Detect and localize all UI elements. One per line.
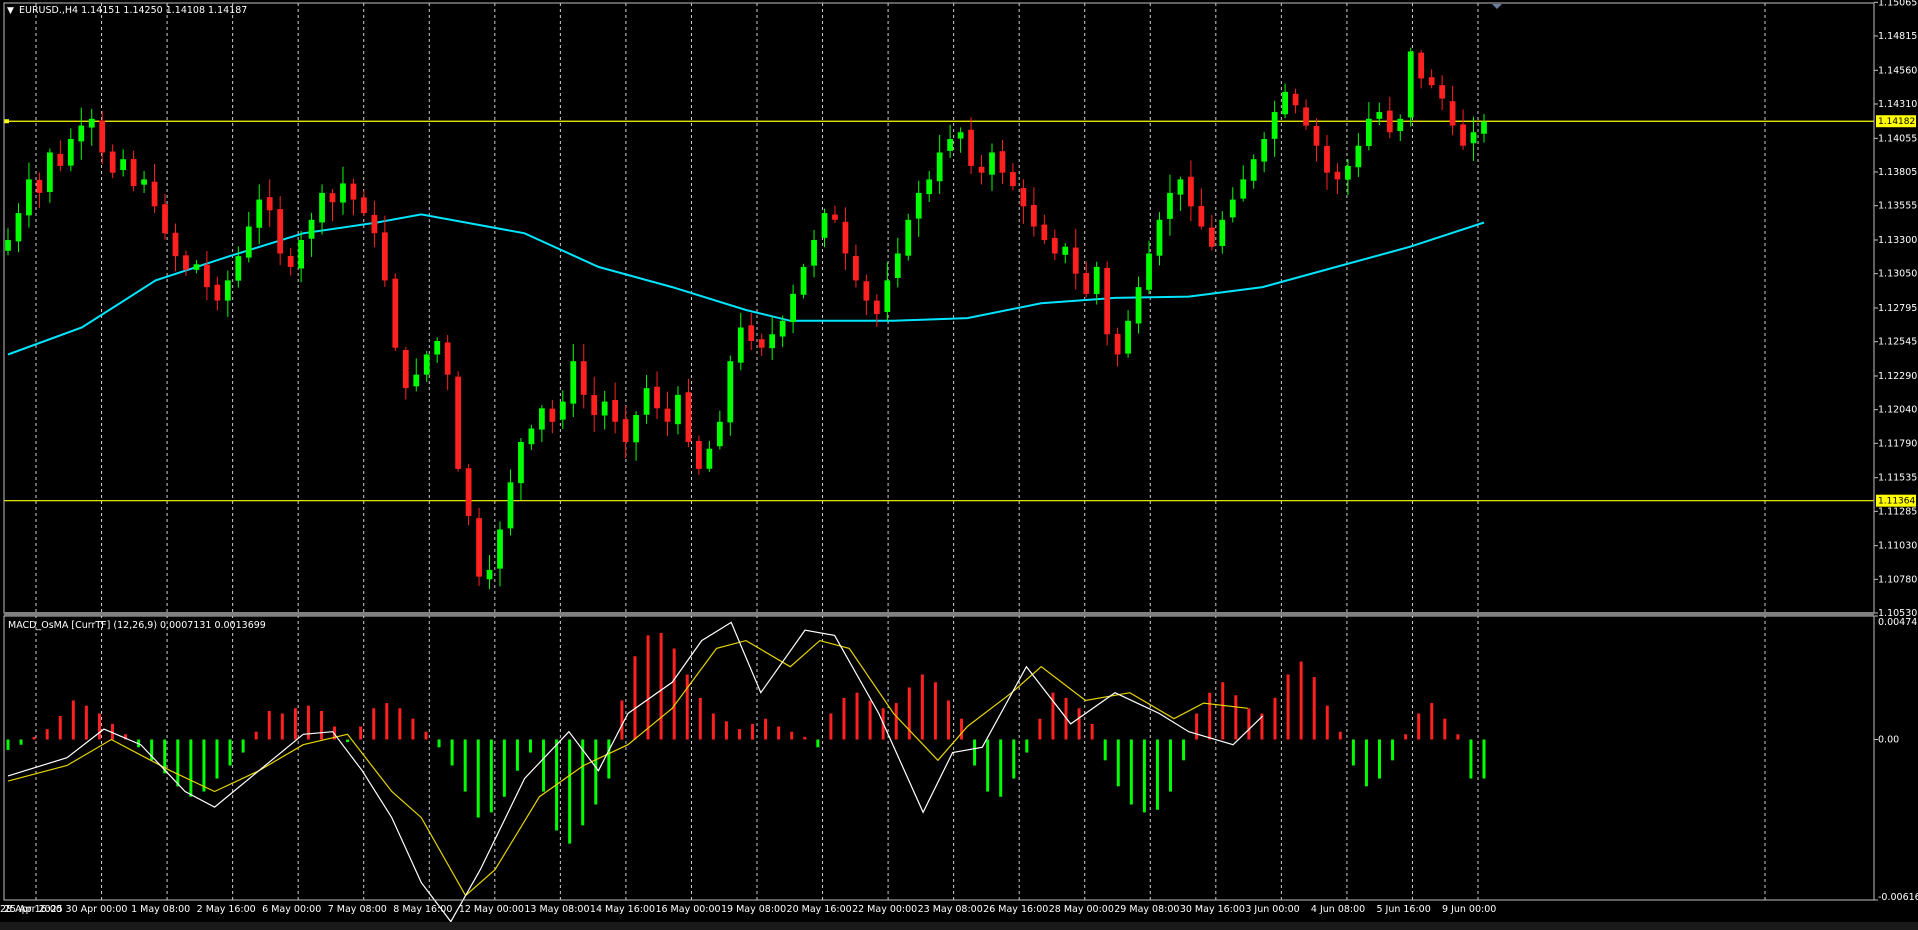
time-tick-label: 23 May 08:00	[918, 904, 983, 915]
macd-tick-label: -0.006169	[1878, 892, 1918, 903]
candle[interactable]	[392, 273, 399, 352]
time-tick-label: 4 Jun 08:00	[1311, 904, 1365, 915]
time-tick-label: 30 May 16:00	[1180, 904, 1245, 915]
price-tick-label: 1.11535	[1878, 473, 1917, 484]
price-tick-label: 1.12795	[1878, 303, 1917, 314]
symbol-dropdown-icon[interactable]: ▼	[7, 6, 14, 16]
line-anchor-handle[interactable]	[4, 119, 9, 124]
price-tick-label: 1.10780	[1878, 574, 1917, 585]
candle[interactable]	[455, 371, 462, 472]
time-tick-label: 9 Jun 00:00	[1442, 904, 1496, 915]
price-tick-label: 1.15065	[1878, 0, 1917, 8]
time-axis: 25 Apr 202528 Apr 16:00 30 Apr 00:00 1 May…	[0, 904, 1496, 915]
candle[interactable]	[1104, 261, 1111, 346]
time-tick-label: 29 May 08:00	[1114, 904, 1179, 915]
price-tick-label: 1.13555	[1878, 201, 1917, 212]
pane-divider[interactable]	[4, 612, 1874, 616]
time-tick-label: 20 May 16:00	[787, 904, 852, 915]
time-tick-label: 19 May 08:00	[721, 904, 786, 915]
time-tick-label: 28 May 00:00	[1049, 904, 1114, 915]
price-tick-label: 1.11285	[1878, 506, 1917, 517]
price-tick-label: 1.14560	[1878, 65, 1917, 76]
time-tick-label: 1 May 08:00	[131, 904, 190, 915]
macd-tick-label: 0.00	[1878, 735, 1899, 746]
candle[interactable]	[905, 213, 912, 261]
time-tick-label: 13 May 08:00	[524, 904, 589, 915]
price-tick-label: 1.14055	[1878, 133, 1917, 144]
time-tick-label: 30 Apr 00:00	[66, 904, 128, 915]
time-tick-label: 22 May 00:00	[852, 904, 917, 915]
candle[interactable]	[1407, 47, 1414, 127]
time-tick-label: 14 May 16:00	[590, 904, 655, 915]
candle[interactable]	[800, 263, 807, 299]
bottom-scroll-strip[interactable]	[0, 922, 1918, 930]
price-tick-label: 1.13300	[1878, 235, 1917, 246]
time-tick-label: 26 May 16:00	[983, 904, 1048, 915]
time-tick-label: 16 May 00:00	[655, 904, 720, 915]
candle[interactable]	[476, 507, 482, 587]
price-tick-label: 1.14310	[1878, 99, 1917, 110]
time-tick-label: 12 May 00:00	[459, 904, 524, 915]
price-tick-label: 1.13050	[1878, 269, 1917, 280]
time-tick-label: 6 May 00:00	[262, 904, 321, 915]
time-tick-label: 2 May 16:00	[197, 904, 256, 915]
time-tick-label: 8 May 16:00	[393, 904, 452, 915]
horizontal-line-label: 1.11364	[1878, 497, 1915, 507]
indicator-header: MACD_OsMA [CurrTF] (12,26,9) 0.0007131 0…	[8, 620, 266, 631]
symbol-header: EURUSD.,H4 1.14151 1.14250 1.14108 1.141…	[19, 5, 247, 16]
horizontal-line-label: 1.14182	[1878, 117, 1915, 127]
time-tick-label: 7 May 08:00	[328, 904, 387, 915]
time-tick-label: 28 Apr 16:00	[0, 904, 62, 915]
price-tick-label: 1.12545	[1878, 337, 1917, 348]
price-tick-label: 1.13805	[1878, 167, 1917, 178]
price-tick-label: 1.11030	[1878, 541, 1917, 552]
price-tick-label: 1.12040	[1878, 405, 1917, 416]
price-tick-label: 1.14815	[1878, 31, 1917, 42]
time-tick-label: 5 Jun 16:00	[1376, 904, 1430, 915]
time-tick-label: 3 Jun 00:00	[1245, 904, 1299, 915]
price-tick-label: 1.12290	[1878, 371, 1917, 382]
trading-chart[interactable]: 1.15065 1.14815 1.14560 1.14310 1.14055 1.138…	[0, 0, 1918, 930]
macd-tick-label: 0.004747	[1878, 617, 1918, 628]
price-tick-label: 1.11790	[1878, 438, 1917, 449]
